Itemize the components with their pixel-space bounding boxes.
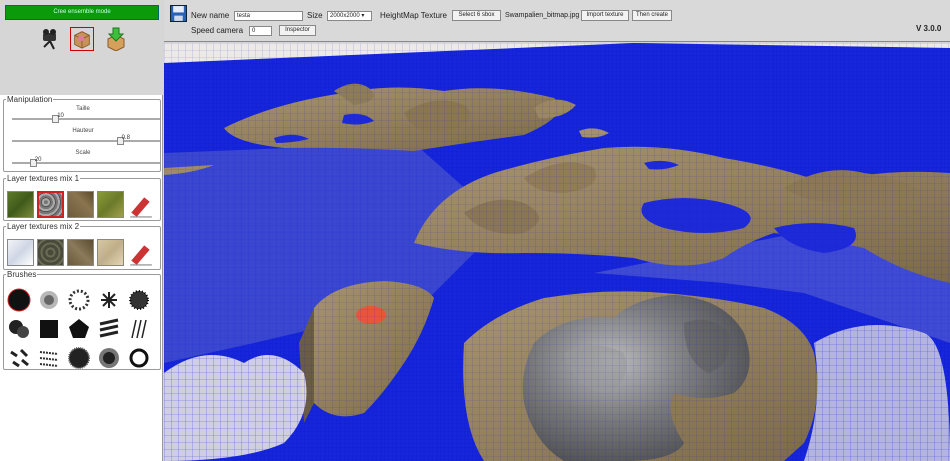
slider-value: 20 [34,157,42,163]
radial-brush[interactable] [99,348,119,368]
slider-track[interactable] [12,137,160,145]
stone-texture[interactable] [37,239,64,266]
leaf-brush[interactable] [10,348,29,368]
speed-camera-input[interactable]: 0 [249,26,272,36]
heightmap-label: HeightMap Texture [380,11,447,20]
layer2-group: Layer textures mix 2 [3,222,161,270]
square-brush[interactable] [40,320,58,338]
terrain-scene [164,43,950,461]
size-select[interactable]: 2000x2000 ▾ [327,11,372,21]
brushes-legend: Brushes [7,270,37,279]
grass-texture[interactable] [7,191,34,218]
noise-brush[interactable] [68,289,90,311]
scratch-brush[interactable] [39,351,59,367]
heightmap-file: Swampalien_bitmap.jpg [505,12,580,19]
eraser-icon[interactable] [128,192,154,218]
inspector-button[interactable]: Inspector [279,25,316,36]
left-panel: Cree ensemble mode Manipulation Taille 10… [0,0,163,461]
layer2-legend: Layer textures mix 2 [7,222,80,231]
camera-icon[interactable] [38,27,62,51]
create-mode-button[interactable]: Cree ensemble mode [5,5,159,20]
download-icon[interactable] [104,27,128,51]
blob-brush[interactable] [68,347,90,369]
tool-bar: Cree ensemble mode [0,0,163,95]
cloud-brush[interactable] [9,320,29,338]
eraser-icon[interactable] [128,240,154,266]
sand-texture[interactable] [97,239,124,266]
slider-value: 10 [57,113,64,119]
create-button[interactable]: Then create [632,10,672,21]
brush-grid [7,288,149,369]
lines-brush[interactable] [131,319,147,339]
new-name-label: New name [191,11,230,20]
pentagon-brush[interactable] [69,319,89,338]
slider-track[interactable] [12,115,160,123]
mud-texture[interactable] [67,239,94,266]
brushes-group: Brushes [3,270,161,370]
import-texture-button[interactable]: Import texture [581,10,629,21]
slider-label: Scale [75,150,91,156]
splatter-brush[interactable] [101,292,117,308]
slider-value: 0.8 [121,135,130,141]
slider-label: Hauteur [72,128,94,134]
size-label: Size [307,11,323,20]
save-icon[interactable] [170,5,187,22]
manipulation-legend: Manipulation [7,95,53,104]
rock-texture[interactable] [37,191,64,218]
cube-box-icon[interactable] [70,27,94,51]
slider-label: Taille [76,106,90,112]
terrain-3d-view[interactable] [164,43,950,461]
ring-brush[interactable] [129,348,149,368]
moss-texture[interactable] [97,191,124,218]
speed-camera-label: Speed camera [191,26,244,35]
round-brush[interactable] [7,288,31,312]
soft-brush[interactable] [40,291,58,309]
dirt-texture[interactable] [67,191,94,218]
layer1-group: Layer textures mix 1 [3,174,161,221]
select-button[interactable]: Select 6 sbox [452,10,501,21]
spray-brush[interactable] [129,290,149,310]
header-toolbar: New name testa Size 2000x2000 ▾ HeightMa… [164,0,950,42]
stripes-brush[interactable] [99,318,119,338]
new-name-input[interactable]: testa [234,11,303,21]
version-label: V 3.0.0 [916,24,942,33]
layer1-legend: Layer textures mix 1 [7,174,80,183]
snow-texture[interactable] [7,239,34,266]
manipulation-group: Manipulation Taille 10 Hauteur 0.8 Scale 20 [3,95,161,172]
